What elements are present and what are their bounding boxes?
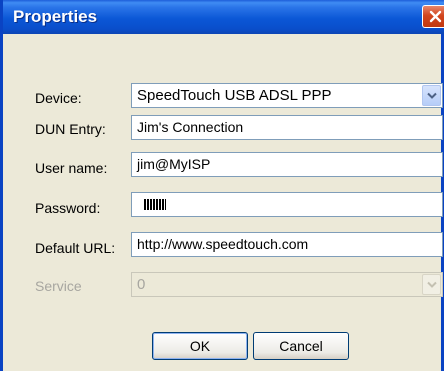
password-mask — [144, 199, 166, 210]
device-dropdown-button[interactable] — [422, 85, 441, 106]
password-field[interactable] — [131, 192, 443, 217]
service-label: Service — [35, 278, 82, 294]
username-value: jim@MyISP — [137, 156, 211, 172]
username-label: User name: — [35, 160, 108, 176]
default-url-value: http://www.speedtouch.com — [137, 236, 309, 252]
username-field[interactable]: jim@MyISP — [131, 152, 443, 177]
dun-entry-value: Jim's Connection — [137, 119, 244, 135]
password-label: Password: — [35, 200, 101, 216]
device-select[interactable]: SpeedTouch USB ADSL PPP — [131, 83, 443, 108]
dun-entry-label: DUN Entry: — [35, 121, 106, 137]
chevron-down-icon — [427, 281, 437, 288]
service-select: 0 — [131, 272, 443, 297]
close-button[interactable] — [422, 5, 444, 28]
chevron-down-icon — [427, 92, 437, 99]
device-value: SpeedTouch USB ADSL PPP — [137, 87, 332, 104]
dun-entry-field[interactable]: Jim's Connection — [131, 115, 443, 140]
default-url-label: Default URL: — [35, 240, 116, 256]
default-url-field[interactable]: http://www.speedtouch.com — [131, 232, 443, 257]
properties-dialog: Properties Device: SpeedTouch USB ADSL P… — [0, 0, 444, 371]
ok-button[interactable]: OK — [152, 332, 248, 360]
service-value: 0 — [137, 276, 146, 293]
window-title: Properties — [13, 7, 98, 26]
service-dropdown-button — [422, 274, 441, 295]
title-bar[interactable]: Properties — [3, 0, 444, 34]
close-icon — [429, 10, 442, 23]
cancel-button[interactable]: Cancel — [253, 332, 349, 360]
device-label: Device: — [35, 90, 82, 106]
